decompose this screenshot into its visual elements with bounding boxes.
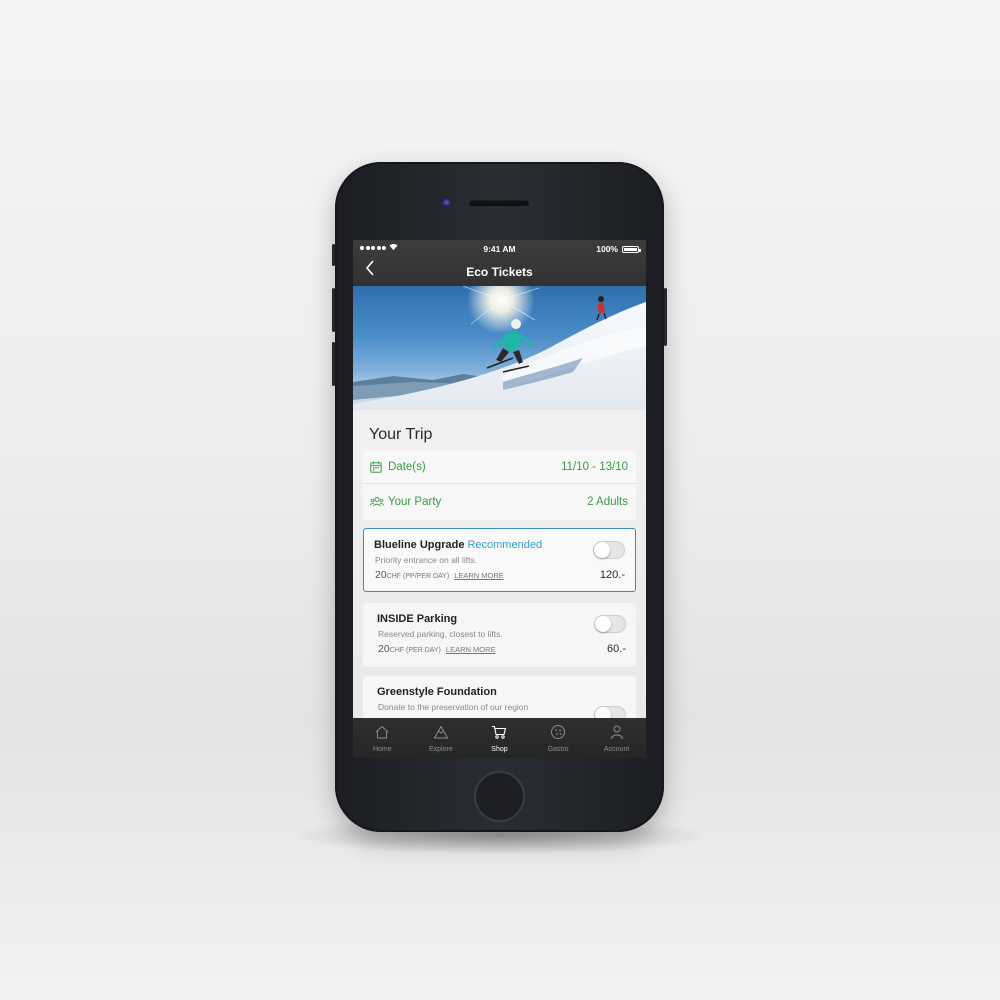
tab-label: Shop <box>491 746 508 753</box>
phone-device: 9:41 AM 100% Eco Tickets Your Trip Date(… <box>332 162 667 832</box>
tab-shop[interactable]: Shop <box>470 718 529 758</box>
option-toggle[interactable] <box>594 615 626 633</box>
volume-up-button <box>332 288 335 332</box>
hero-image-skier <box>353 286 646 410</box>
option-price-unit: CHF (PP/PER DAY) <box>386 573 450 580</box>
battery-icon <box>622 246 641 253</box>
option-title: INSIDE Parking <box>377 613 458 625</box>
group-icon <box>370 497 384 507</box>
trip-summary-card: Date(s) 11/10 - 13/10 Your Party 2 Adult… <box>363 450 636 520</box>
tab-gastro[interactable]: Gastro <box>529 718 588 758</box>
tab-label: Explore <box>429 746 453 753</box>
learn-more-link[interactable]: LEARN MORE <box>446 645 496 654</box>
app-screen: 9:41 AM 100% Eco Tickets Your Trip Date(… <box>353 240 646 758</box>
section-title: Your Trip <box>369 426 433 443</box>
option-card-parking[interactable]: INSIDE Parking Reserved parking, closest… <box>363 603 636 667</box>
power-button <box>664 288 667 346</box>
dates-label: Date(s) <box>388 461 426 473</box>
status-bar: 9:41 AM 100% <box>353 243 646 255</box>
option-amount: 120.- <box>599 569 625 581</box>
option-price: 20CHF (PER DAY) LEARN MORE <box>378 643 496 655</box>
option-price-value: 20 <box>378 643 390 655</box>
top-bar: 9:41 AM 100% Eco Tickets <box>353 240 646 286</box>
dates-value: 11/10 - 13/10 <box>561 461 628 473</box>
option-description: Donate to the preservation of our region <box>378 702 529 712</box>
option-amount: 60.- <box>607 643 626 655</box>
home-button[interactable] <box>474 771 525 822</box>
option-price-unit: CHF (PER DAY) <box>389 647 441 654</box>
calendar-icon <box>370 461 382 473</box>
dates-row[interactable]: Date(s) 11/10 - 13/10 <box>363 450 636 484</box>
volume-down-button <box>332 342 335 386</box>
option-description: Reserved parking, closest to lifts. <box>378 629 503 639</box>
page-title: Eco Tickets <box>466 265 533 279</box>
party-label: Your Party <box>388 496 442 508</box>
earpiece-speaker <box>469 200 529 206</box>
tab-label: Account <box>604 746 630 753</box>
recommended-badge: Recommended <box>467 539 543 551</box>
option-title: Greenstyle Foundation <box>377 686 497 698</box>
trip-content: Your Trip Date(s) 11/10 - 13/10 Your Par… <box>353 410 646 736</box>
option-card-blueline[interactable]: Blueline Upgrade Recommended Priority ent… <box>363 528 636 592</box>
tab-label: Gastro <box>547 746 569 753</box>
cart-icon <box>492 725 507 739</box>
tab-label: Home <box>372 746 392 753</box>
party-row[interactable]: Your Party 2 Adults <box>363 485 636 519</box>
option-title: Blueline Upgrade Recommended <box>374 539 542 551</box>
user-icon <box>610 725 623 740</box>
plate-icon <box>551 725 566 739</box>
tab-bar: Home Explore Shop Gastro Account <box>353 718 646 758</box>
learn-more-link[interactable]: LEARN MORE <box>454 571 504 580</box>
tab-home[interactable]: Home <box>353 718 412 758</box>
front-camera <box>442 198 451 207</box>
option-price-value: 20 <box>375 569 387 581</box>
option-price: 20CHF (PP/PER DAY) LEARN MORE <box>375 569 504 581</box>
home-icon <box>375 725 389 739</box>
tab-account[interactable]: Account <box>587 718 646 758</box>
battery-percentage: 100% <box>596 244 618 254</box>
mute-switch <box>332 244 335 266</box>
option-toggle[interactable] <box>593 541 625 559</box>
mountain-icon <box>433 725 449 739</box>
option-title-text: Blueline Upgrade <box>374 539 465 551</box>
option-description: Priority entrance on all lifts. <box>375 555 478 565</box>
tab-explore[interactable]: Explore <box>412 718 471 758</box>
party-value: 2 Adults <box>587 496 628 508</box>
